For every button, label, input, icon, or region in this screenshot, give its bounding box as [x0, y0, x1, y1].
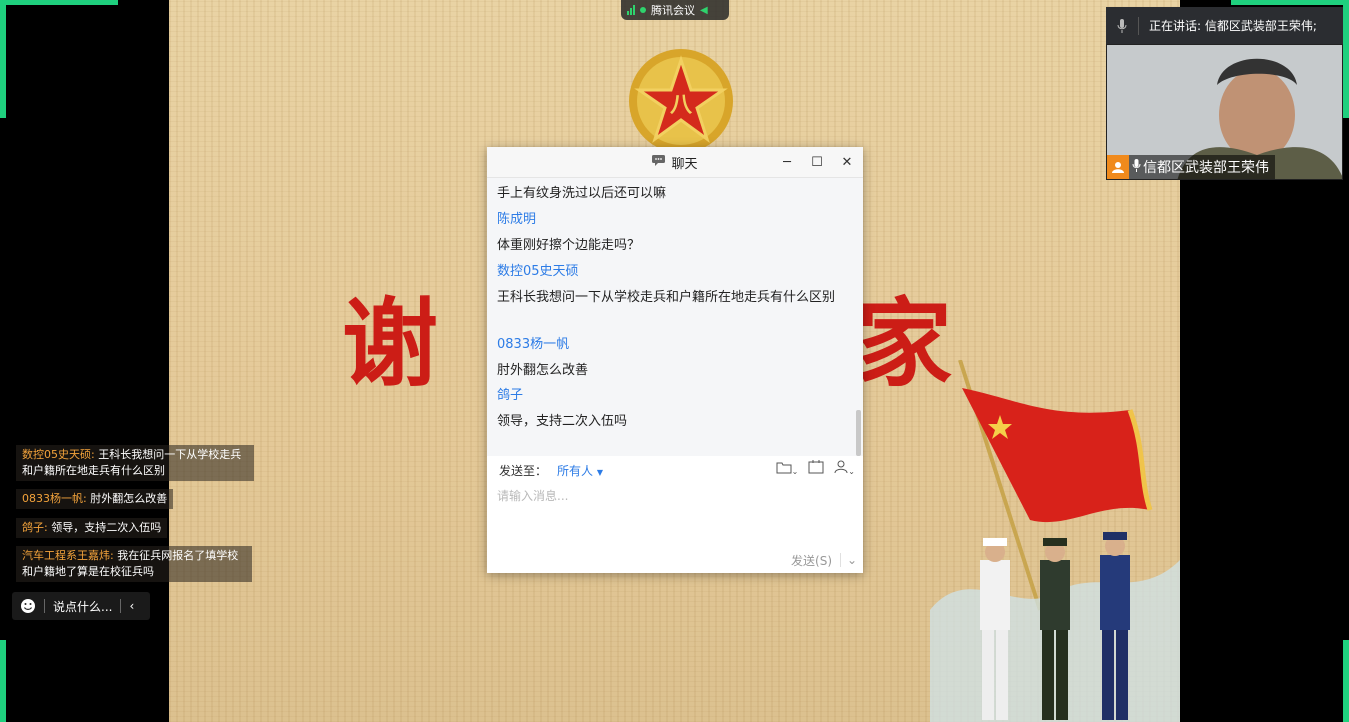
status-dot-icon — [640, 7, 646, 13]
comment-input[interactable]: 说点什么... — [53, 598, 112, 615]
mic-icon — [1106, 18, 1138, 33]
svg-text:八: 八 — [670, 92, 693, 118]
caret-down-icon: ▼ — [596, 467, 604, 477]
chat-message-text: 肘外翻怎么改善 — [497, 363, 589, 378]
divider — [120, 599, 122, 613]
chat-message-text: 体重刚好擦个边能走吗？ — [497, 238, 641, 253]
mic-on-icon — [1132, 158, 1141, 176]
frame-corner-bottom-right — [1343, 640, 1349, 722]
chat-sender-name: 陈成明 — [497, 212, 537, 227]
chat-sender-name: 数控05史天硕 — [497, 264, 579, 279]
chat-title-bar[interactable]: 聊天 ─ ☐ ✕ — [487, 147, 863, 178]
chat-send-target-bar: 发送至： 所有人 ▼ ⌄ ⌄ — [487, 456, 863, 484]
bullet-comment: 鸽子: 领导，支持二次入伍吗 — [16, 518, 168, 538]
announcement-icon[interactable] — [808, 460, 824, 478]
speaker-video-tile[interactable]: 信都区武装部王荣伟 — [1106, 44, 1343, 180]
user-permission-icon[interactable]: ⌄ — [834, 460, 855, 478]
send-to-value: 所有人 — [557, 463, 594, 478]
maximize-button[interactable]: ☐ — [803, 147, 831, 177]
emoji-icon[interactable] — [12, 598, 44, 614]
frame-corner-bottom-left — [0, 640, 6, 722]
send-button[interactable]: 发送(S) — [783, 552, 840, 569]
folder-icon[interactable]: ⌄ — [776, 461, 798, 478]
bullet-comment: 数控05史天硕: 王科长我想问一下从学校走兵和户籍所在地走兵有什么区别 — [16, 445, 254, 481]
minimize-button[interactable]: ─ — [773, 147, 801, 177]
chat-message-text: 领导，支持二次入伍吗 — [497, 414, 628, 429]
speaking-indicator: 正在讲话: 信都区武装部王荣伟; — [1106, 7, 1343, 44]
bullet-text: 领导，支持二次入伍吗 — [47, 521, 162, 534]
speaker-name-tag: 信都区武装部王荣伟 — [1107, 155, 1275, 179]
frame-corner-top-right — [1343, 0, 1349, 118]
chat-message-text: 手上有纹身洗过以后还可以嘛 — [497, 186, 667, 201]
user-avatar-icon — [1107, 155, 1129, 179]
chat-input[interactable]: 请输入消息... — [497, 487, 568, 504]
bullet-text: 肘外翻怎么改善 — [86, 492, 168, 505]
meeting-app-name: 腾讯会议 — [651, 4, 695, 17]
frame-corner-top-left — [0, 0, 6, 118]
close-button[interactable]: ✕ — [833, 147, 861, 177]
signal-icon — [627, 5, 635, 15]
bullet-author: 汽车工程系王嘉炜: — [22, 549, 114, 562]
bullet-author: 鸽子: — [22, 521, 48, 534]
meeting-status-pill[interactable]: 腾讯会议 ◀ — [621, 0, 729, 20]
army-emblem-icon: 八 — [629, 49, 733, 153]
speaker-volume-icon: ◀ — [700, 4, 708, 16]
slide-char-left: 谢 — [342, 287, 438, 400]
bullet-author: 0833杨一帆: — [22, 492, 87, 505]
divider — [1138, 16, 1139, 35]
flag-and-honor-guard-image — [930, 360, 1180, 722]
chat-bubble-icon — [652, 154, 666, 170]
chat-sender-name: 鸽子 — [497, 388, 524, 403]
speaker-name: 信都区武装部王荣伟 — [1143, 160, 1269, 176]
frame-corner-top-right-h — [1231, 0, 1349, 5]
chat-window[interactable]: 聊天 ─ ☐ ✕ 手上有纹身洗过以后还可以嘛 陈成明 体重刚好擦个边能走吗？ 数… — [487, 147, 863, 573]
send-row: 发送(S) ⌄ — [783, 547, 863, 573]
bullet-author: 数控05史天硕: — [22, 448, 95, 461]
send-options-chevron-icon[interactable]: ⌄ — [840, 553, 863, 567]
send-to-dropdown[interactable]: 所有人 ▼ — [557, 462, 603, 479]
chat-scrollbar[interactable] — [856, 410, 861, 456]
chat-message-list[interactable]: 手上有纹身洗过以后还可以嘛 陈成明 体重刚好擦个边能走吗？ 数控05史天硕 王科… — [487, 178, 863, 456]
chat-sender-name: 0833杨一帆 — [497, 337, 570, 352]
frame-corner-top-left-h — [0, 0, 118, 5]
collapse-chevron-icon[interactable]: ‹ — [129, 599, 134, 613]
chat-title: 聊天 — [671, 156, 698, 172]
comment-input-bar[interactable]: 说点什么... ‹ — [12, 592, 150, 620]
chat-message-text: 王科长我想问一下从学校走兵和户籍所在地走兵有什么区别 — [497, 290, 836, 305]
divider — [44, 599, 45, 613]
bullet-comment: 0833杨一帆: 肘外翻怎么改善 — [16, 489, 174, 509]
send-to-label: 发送至： — [499, 463, 548, 478]
chat-tools: ⌄ ⌄ — [776, 460, 855, 478]
speaking-text: 正在讲话: 信都区武装部王荣伟; — [1149, 19, 1317, 33]
bullet-comment: 汽车工程系王嘉炜: 我在征兵网报名了填学校和户籍地了算是在校征兵吗 — [16, 546, 252, 582]
